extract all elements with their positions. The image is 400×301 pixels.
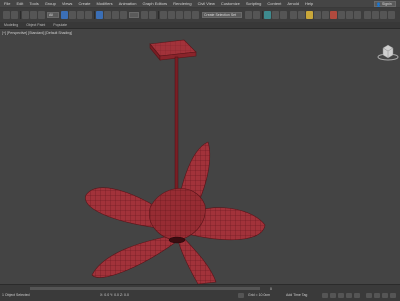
- menu-rendering[interactable]: Rendering: [173, 1, 191, 6]
- menu-views[interactable]: Views: [62, 1, 73, 6]
- menu-help[interactable]: Help: [305, 1, 313, 6]
- extra-tools-icon[interactable]: [388, 11, 395, 19]
- redo-icon[interactable]: [11, 11, 18, 19]
- previous-frame-icon[interactable]: [330, 293, 336, 298]
- rotate-icon[interactable]: [104, 11, 111, 19]
- tab-populate[interactable]: Populate: [53, 23, 67, 27]
- maximize-viewport-icon[interactable]: [390, 293, 396, 298]
- orbit-icon[interactable]: [382, 293, 388, 298]
- bind-space-warp-icon[interactable]: [38, 11, 45, 19]
- zoom-icon[interactable]: [366, 293, 372, 298]
- scale-icon[interactable]: [112, 11, 119, 19]
- spinner-snap-icon[interactable]: [192, 11, 199, 19]
- ribbon-tabs: Modeling Object Paint Populate: [0, 22, 400, 29]
- percent-snap-icon[interactable]: [184, 11, 191, 19]
- play-icon[interactable]: [338, 293, 344, 298]
- perspective-viewport[interactable]: [+] [Perspective] [Standard] [Default Sh…: [0, 30, 400, 284]
- ribbon-toggle-icon[interactable]: [280, 11, 287, 19]
- keyboard-shortcut-icon[interactable]: [160, 11, 167, 19]
- go-to-start-icon[interactable]: [322, 293, 328, 298]
- tab-object-paint[interactable]: Object Paint: [26, 23, 45, 27]
- view-cube[interactable]: [377, 44, 399, 61]
- tab-modeling[interactable]: Modeling: [4, 23, 18, 27]
- placement-icon[interactable]: [120, 11, 127, 19]
- menu-scripting[interactable]: Scripting: [246, 1, 262, 6]
- select-by-name-icon[interactable]: [69, 11, 76, 19]
- render-setup-icon[interactable]: [314, 11, 321, 19]
- menu-graph-editors[interactable]: Graph Editors: [142, 1, 167, 6]
- main-toolbar: All Create Selection Set: [0, 8, 400, 23]
- menu-civil-view[interactable]: Civil View: [198, 1, 215, 6]
- scene-explorer-icon[interactable]: [264, 11, 271, 19]
- schematic-view-icon[interactable]: [298, 11, 305, 19]
- menu-animation[interactable]: Animation: [119, 1, 137, 6]
- window-crossing-icon[interactable]: [85, 11, 92, 19]
- material-editor-icon[interactable]: [306, 11, 313, 19]
- layer-explorer-icon[interactable]: [272, 11, 279, 19]
- pivot-icon[interactable]: [141, 11, 148, 19]
- move-icon[interactable]: [96, 11, 103, 19]
- selection-filter-dropdown[interactable]: All: [47, 12, 59, 18]
- pan-icon[interactable]: [374, 293, 380, 298]
- menu-file[interactable]: File: [4, 1, 10, 6]
- menu-arnold[interactable]: Arnold: [287, 1, 299, 6]
- a360-gallery-icon[interactable]: [354, 11, 361, 19]
- select-object-icon[interactable]: [61, 11, 68, 19]
- menu-create[interactable]: Create: [78, 1, 90, 6]
- select-manipulate-icon[interactable]: [149, 11, 156, 19]
- menu-customize[interactable]: Customize: [221, 1, 240, 6]
- menu-edit[interactable]: Edit: [16, 1, 23, 6]
- link-icon[interactable]: [22, 11, 29, 19]
- angle-snap-icon[interactable]: [176, 11, 183, 19]
- time-slider[interactable]: [30, 287, 260, 290]
- ceiling-plate[interactable]: [149, 39, 197, 61]
- curve-editor-icon[interactable]: [290, 11, 297, 19]
- mirror-icon[interactable]: [245, 11, 252, 19]
- menu-modifiers[interactable]: Modifiers: [96, 1, 112, 6]
- go-to-end-icon[interactable]: [354, 293, 360, 298]
- script-icon[interactable]: [380, 11, 387, 19]
- workspace-icon[interactable]: [372, 11, 379, 19]
- render-in-cloud-icon[interactable]: [346, 11, 353, 19]
- grid-size: Grid = 10.0cm: [248, 293, 271, 297]
- next-frame-icon[interactable]: [346, 293, 352, 298]
- project-folder-icon[interactable]: [364, 11, 371, 19]
- menu-content[interactable]: Content: [267, 1, 281, 6]
- named-selection-set-dropdown[interactable]: Create Selection Set: [202, 12, 242, 18]
- render-iterative-icon[interactable]: [338, 11, 345, 19]
- coordinate-display: X: 0.0 Y: 0.0 Z: 0.0: [100, 293, 129, 297]
- lock-selection-icon[interactable]: [238, 293, 244, 298]
- render-production-icon[interactable]: [330, 11, 337, 19]
- sign-in-box[interactable]: 👤 Signin: [374, 1, 396, 7]
- menu-bar: File Edit Tools Group Views Create Modif…: [0, 0, 400, 8]
- menu-group[interactable]: Group: [45, 1, 56, 6]
- scene-svg: [85, 39, 399, 284]
- align-icon[interactable]: [253, 11, 260, 19]
- undo-icon[interactable]: [3, 11, 10, 19]
- reference-coordinate-dropdown[interactable]: [129, 12, 139, 18]
- frame-number: 0: [270, 287, 272, 291]
- rectangular-selection-icon[interactable]: [77, 11, 84, 19]
- status-bar: 1 Object Selected X: 0.0 Y: 0.0 Z: 0.0 G…: [0, 284, 400, 301]
- user-icon: 👤: [376, 1, 381, 7]
- rendered-frame-window-icon[interactable]: [322, 11, 329, 19]
- selection-status: 1 Object Selected: [2, 293, 30, 297]
- menu-tools[interactable]: Tools: [29, 1, 38, 6]
- sign-in-label: Signin: [381, 2, 392, 6]
- unlink-icon[interactable]: [30, 11, 37, 19]
- snap-toggle-icon[interactable]: [168, 11, 175, 19]
- add-time-tag[interactable]: Add Time Tag: [286, 293, 307, 297]
